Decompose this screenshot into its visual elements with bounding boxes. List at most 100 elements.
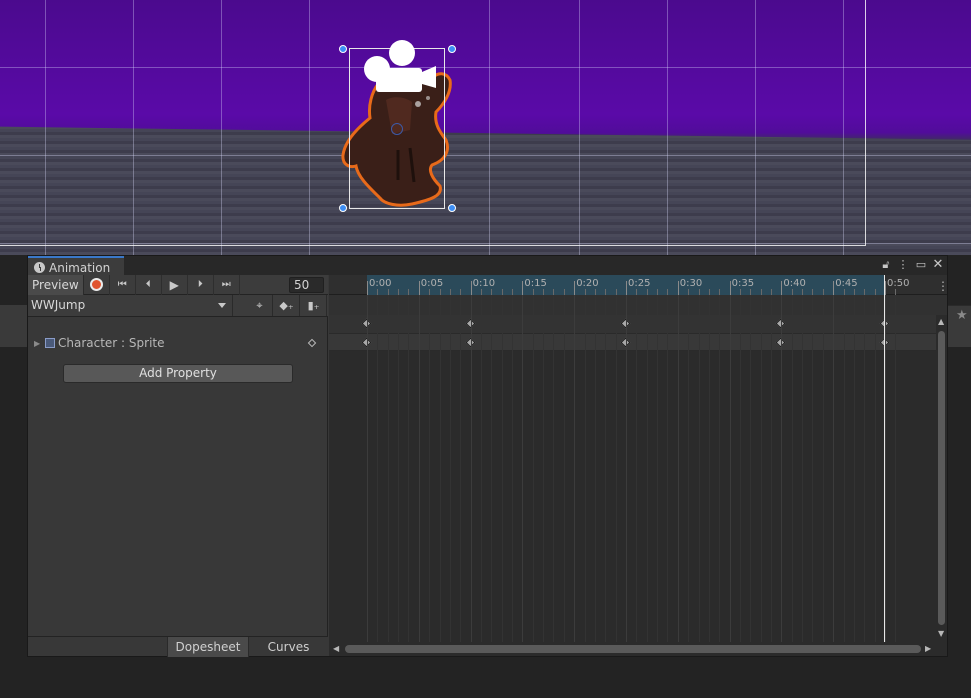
- close-icon[interactable]: ✕: [931, 257, 945, 273]
- ruler-label: 0:00: [369, 278, 392, 289]
- scroll-left-icon[interactable]: ◀: [333, 644, 339, 653]
- grid-line: [522, 295, 524, 656]
- vertical-scroll-thumb[interactable]: [938, 331, 945, 625]
- horizontal-scroll-thumb[interactable]: [345, 645, 921, 653]
- resize-handle-bottom-right[interactable]: [448, 204, 456, 212]
- side-panel-strip: ★: [948, 305, 971, 347]
- ruler-tick: [470, 281, 472, 295]
- step-forward-icon: ⏵: [197, 279, 203, 290]
- skip-start-icon: ⏮: [117, 279, 127, 290]
- tab-title: Animation: [49, 260, 111, 275]
- resize-handle-bottom-left[interactable]: [339, 204, 347, 212]
- tab-dopesheet[interactable]: Dopesheet: [167, 637, 248, 657]
- grid-line: [501, 295, 503, 656]
- clip-name: WWJump: [31, 298, 86, 312]
- grid-line: [615, 295, 617, 656]
- clip-dropdown[interactable]: WWJump: [28, 295, 233, 316]
- grid-line: [491, 295, 493, 656]
- preview-button[interactable]: Preview: [28, 274, 84, 295]
- grid-line: [885, 295, 886, 656]
- maximize-icon[interactable]: ▭: [914, 257, 928, 273]
- ruler-label: 0:40: [783, 278, 806, 289]
- add-property-button[interactable]: Add Property: [63, 364, 293, 383]
- add-event-icon: ▮₊: [307, 299, 320, 312]
- last-key-button[interactable]: ⏭: [214, 274, 240, 295]
- grid-line: [667, 295, 669, 656]
- foldout-arrow-icon[interactable]: ▶: [34, 339, 40, 348]
- vertical-scrollbar[interactable]: ▲ ▼: [936, 315, 947, 641]
- dopesheet-timeline[interactable]: 0:00 0:05 0:10 0:15 0:20 0:25 0:30 0:35 0:40 0:45…: [329, 275, 947, 656]
- grid-line: [605, 295, 607, 656]
- grid-line: [387, 295, 389, 656]
- grid-line: [843, 295, 845, 656]
- grid-line: [439, 295, 441, 656]
- property-row[interactable]: ▶ Character : Sprite: [28, 334, 328, 352]
- add-keyframe-button[interactable]: ◆₊: [274, 295, 300, 316]
- grid-line: [512, 295, 514, 656]
- character-sprite[interactable]: [0, 0, 971, 255]
- animation-window: Animation 🔓︎ ⋮ ▭ ✕ Preview ⏮ ⏴ ▶ ⏵ ⏭ 50 …: [27, 255, 948, 657]
- frame-input[interactable]: 50: [289, 277, 324, 293]
- grid-line: [729, 295, 731, 656]
- hierarchy-panel: Preview ⏮ ⏴ ▶ ⏵ ⏭ 50 WWJump ⌖ ◆₊ ▮₊ ▶ Ch…: [28, 274, 328, 657]
- clock-icon: [34, 262, 45, 273]
- crosshair-icon: ⌖: [256, 298, 263, 312]
- filter-by-selection-button[interactable]: ⌖: [247, 295, 273, 316]
- timeline-menu-icon[interactable]: ⋮: [937, 279, 947, 293]
- scroll-right-icon[interactable]: ▶: [925, 644, 931, 653]
- resize-handle-top-right[interactable]: [448, 45, 456, 53]
- ruler-tick: [574, 281, 576, 295]
- ruler-tick: [677, 281, 679, 295]
- ruler-tick: [729, 281, 731, 295]
- ruler-label: 0:15: [524, 278, 547, 289]
- grid-line: [750, 295, 752, 656]
- lock-icon[interactable]: 🔓︎: [879, 257, 893, 273]
- grid-line: [532, 295, 534, 656]
- ruler-tick: [885, 281, 886, 295]
- keyframe-toggle-icon[interactable]: [307, 338, 317, 348]
- tab-animation[interactable]: Animation: [28, 256, 124, 275]
- ruler-label: 0:35: [731, 278, 755, 289]
- ruler-label: 0:20: [576, 278, 599, 289]
- grid-line: [719, 295, 721, 656]
- tab-curves[interactable]: Curves: [248, 637, 328, 657]
- add-event-button[interactable]: ▮₊: [301, 295, 327, 316]
- ruler-label: 0:25: [628, 278, 651, 289]
- first-key-button[interactable]: ⏮: [110, 274, 136, 295]
- record-button[interactable]: [84, 274, 110, 295]
- time-ruler[interactable]: 0:00 0:05 0:10 0:15 0:20 0:25 0:30 0:35 0:40 0:45…: [329, 275, 947, 295]
- grid-line: [584, 295, 586, 656]
- add-keyframe-icon: ◆₊: [279, 299, 294, 312]
- scene-view[interactable]: [0, 0, 971, 255]
- grid-line: [853, 295, 855, 656]
- resize-handle-top-left[interactable]: [339, 45, 347, 53]
- scroll-up-icon[interactable]: ▲: [938, 317, 944, 326]
- ruler-tick: [833, 281, 835, 295]
- menu-icon[interactable]: ⋮: [896, 257, 910, 273]
- grid-line: [398, 295, 400, 656]
- grid-line: [480, 295, 482, 656]
- grid-line: [408, 295, 410, 656]
- pivot-handle[interactable]: [391, 123, 403, 135]
- ruler-label: 0:05: [420, 278, 444, 289]
- star-icon[interactable]: ★: [956, 308, 968, 323]
- playhead[interactable]: [884, 275, 885, 643]
- side-panel-strip: [0, 305, 27, 347]
- play-button[interactable]: ▶: [162, 274, 188, 295]
- previous-key-button[interactable]: ⏴: [136, 274, 162, 295]
- grid-line: [802, 295, 804, 656]
- grid-line: [781, 295, 783, 656]
- grid-line: [563, 295, 565, 656]
- grid-line: [636, 295, 638, 656]
- skip-end-icon: ⏭: [221, 279, 231, 290]
- clip-toolbar: WWJump ⌖ ◆₊ ▮₊: [28, 295, 328, 317]
- grid-line: [367, 295, 368, 656]
- tab-bar: Animation 🔓︎ ⋮ ▭ ✕: [28, 256, 947, 275]
- grid-line: [708, 295, 710, 656]
- scroll-down-icon[interactable]: ▼: [938, 629, 944, 638]
- horizontal-scrollbar[interactable]: ◀ ▶: [329, 642, 936, 656]
- grid-line: [543, 295, 545, 656]
- next-key-button[interactable]: ⏵: [188, 274, 214, 295]
- ruler-tick: [418, 281, 420, 295]
- grid-line: [657, 295, 659, 656]
